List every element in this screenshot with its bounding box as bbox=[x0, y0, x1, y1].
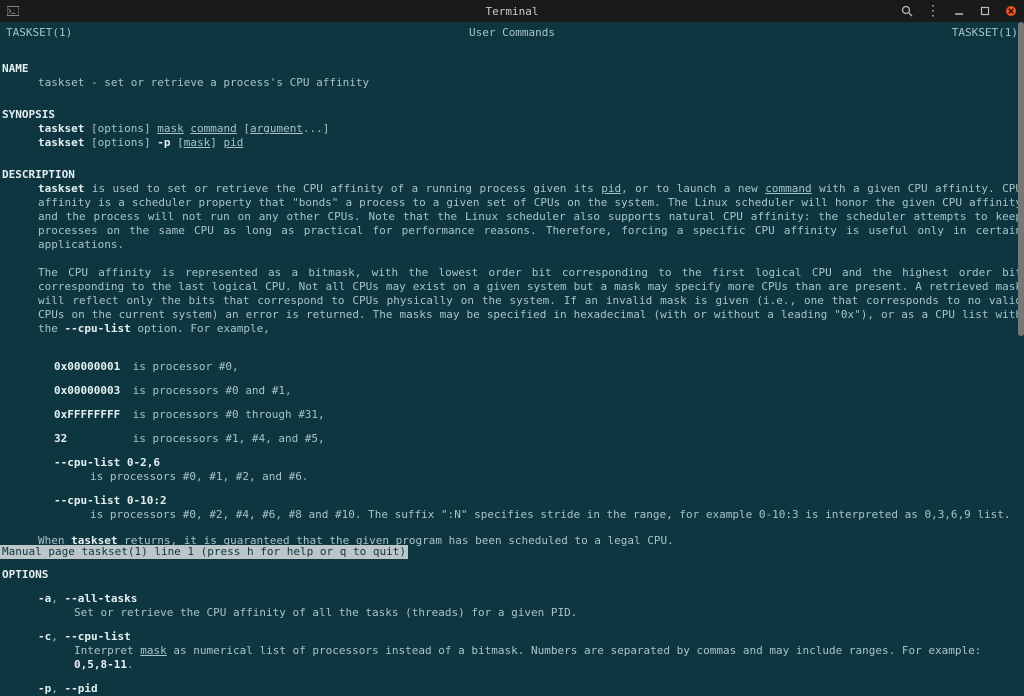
maximize-button[interactable] bbox=[978, 4, 992, 18]
example-3: 0xFFFFFFFF is processors #0 through #31, bbox=[54, 408, 1022, 422]
manpage-header-left: TASKSET(1) bbox=[6, 26, 72, 40]
titlebar: Terminal ⋮ bbox=[0, 0, 1024, 22]
example-2: 0x00000003 is processors #0 and #1, bbox=[54, 384, 1022, 398]
section-name-body: taskset - set or retrieve a process's CP… bbox=[38, 76, 1022, 90]
example-1: 0x00000001 is processor #0, bbox=[54, 360, 1022, 374]
option-c: -c, --cpu-list bbox=[38, 630, 1022, 644]
section-name-head: NAME bbox=[2, 62, 1022, 76]
pager-status-line: Manual page taskset(1) line 1 (press h f… bbox=[0, 545, 408, 559]
example-6: --cpu-list 0-10:2 bbox=[54, 494, 1022, 508]
section-description-head: DESCRIPTION bbox=[2, 168, 1022, 182]
example-6-body: is processors #0, #2, #4, #6, #8 and #10… bbox=[90, 508, 1022, 522]
example-5: --cpu-list 0-2,6 bbox=[54, 456, 1022, 470]
close-button[interactable] bbox=[1004, 4, 1018, 18]
option-p: -p, --pid bbox=[38, 682, 1022, 696]
synopsis-line-1: taskset [options] mask command [argument… bbox=[38, 122, 1022, 136]
synopsis-line-2: taskset [options] -p [mask] pid bbox=[38, 136, 1022, 150]
section-options-head: OPTIONS bbox=[2, 568, 1022, 582]
manpage-content[interactable]: TASKSET(1) User Commands TASKSET(1) NAME… bbox=[0, 22, 1024, 559]
section-synopsis-head: SYNOPSIS bbox=[2, 108, 1022, 122]
example-5-body: is processors #0, #1, #2, and #6. bbox=[90, 470, 1022, 484]
option-a-desc: Set or retrieve the CPU affinity of all … bbox=[74, 606, 1022, 620]
description-para-1: taskset is used to set or retrieve the C… bbox=[38, 182, 1022, 252]
window-title: Terminal bbox=[0, 5, 1024, 18]
description-para-2: The CPU affinity is represented as a bit… bbox=[38, 266, 1022, 336]
manpage-header-center: User Commands bbox=[469, 26, 555, 40]
menu-icon[interactable]: ⋮ bbox=[926, 4, 940, 18]
minimize-button[interactable] bbox=[952, 4, 966, 18]
scrollbar[interactable] bbox=[1018, 22, 1024, 545]
option-a: -a, --all-tasks bbox=[38, 592, 1022, 606]
search-icon[interactable] bbox=[900, 4, 914, 18]
terminal-icon bbox=[6, 5, 20, 17]
option-c-desc: Interpret mask as numerical list of proc… bbox=[74, 644, 1022, 672]
manpage-header-right: TASKSET(1) bbox=[952, 26, 1018, 40]
scrollbar-thumb[interactable] bbox=[1018, 22, 1024, 336]
example-4: 32 is processors #1, #4, and #5, bbox=[54, 432, 1022, 446]
manpage-header: TASKSET(1) User Commands TASKSET(1) bbox=[2, 26, 1022, 44]
